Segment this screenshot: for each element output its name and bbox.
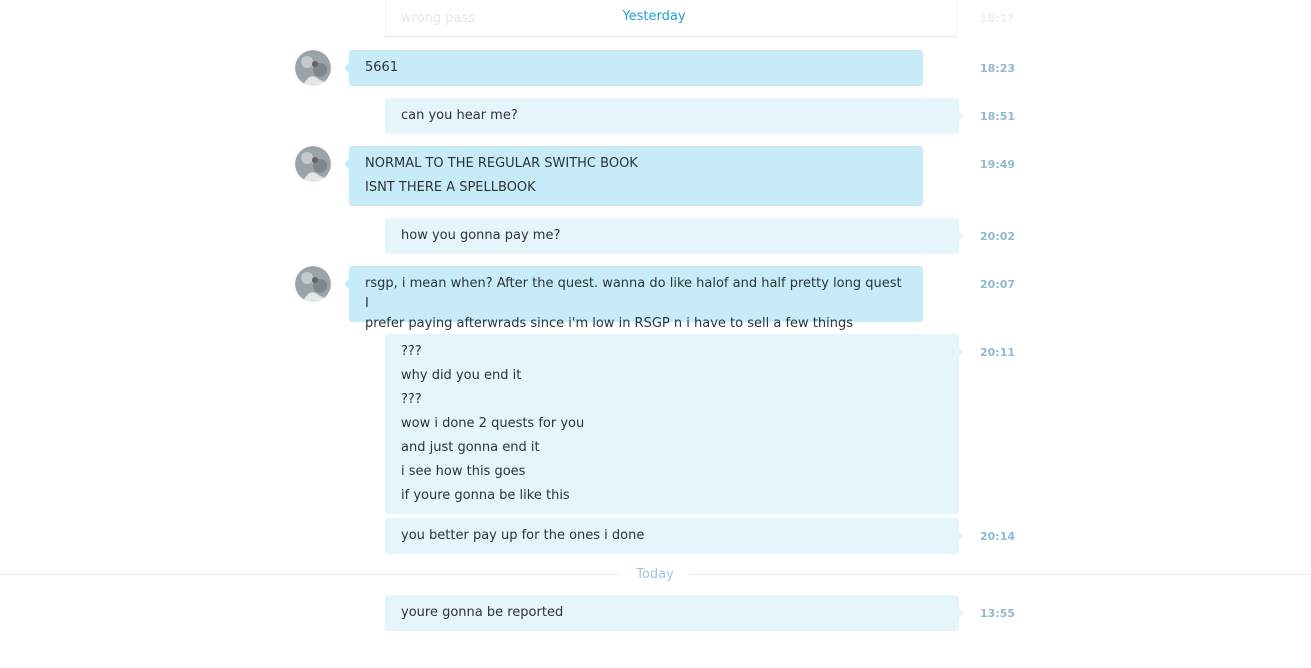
avatar-image xyxy=(295,266,331,302)
message-bubble[interactable]: NORMAL TO THE REGULAR SWITHC BOOK ISNT T… xyxy=(344,146,923,206)
message-text: ??? xyxy=(401,392,422,407)
message-time: 20:07 xyxy=(980,278,1016,291)
message-text: you better pay up for the ones i done xyxy=(401,528,645,543)
message-time: 20:14 xyxy=(980,530,1016,543)
previous-message-text: wrong pass xyxy=(401,11,476,26)
message-text: and just gonna end it xyxy=(401,440,540,455)
contact-avatar[interactable] xyxy=(295,50,331,86)
message-bubble[interactable]: ??? why did you end it ??? wow i done 2 … xyxy=(385,334,964,514)
contact-avatar[interactable] xyxy=(295,266,331,302)
day-separator-today: Today xyxy=(620,567,690,582)
message-time: 18:23 xyxy=(980,62,1016,75)
message-bubble[interactable]: can you hear me? xyxy=(385,98,964,134)
day-separator-yesterday: Yesterday xyxy=(560,9,748,24)
message-text: ??? xyxy=(401,344,422,359)
message-time: 19:49 xyxy=(980,158,1016,171)
message-time: 18:51 xyxy=(980,110,1016,123)
message-text: i see how this goes xyxy=(401,464,526,479)
avatar-image xyxy=(295,146,331,182)
message-bubble[interactable]: youre gonna be reported xyxy=(385,595,964,631)
message-text: NORMAL TO THE REGULAR SWITHC BOOK xyxy=(365,156,638,171)
message-text: how you gonna pay me? xyxy=(401,228,561,243)
avatar-image xyxy=(295,50,331,86)
previous-message-time: 18:1? xyxy=(980,12,1014,25)
message-time: 13:55 xyxy=(980,607,1016,620)
message-bubble[interactable]: you better pay up for the ones i done xyxy=(385,518,964,554)
message-time: 20:11 xyxy=(980,346,1016,359)
message-text: 5661 xyxy=(365,60,399,75)
message-text: youre gonna be reported xyxy=(401,605,564,620)
message-text: rsgp, i mean when? After the quest. wann… xyxy=(365,276,902,311)
message-text: prefer paying afterwrads since i'm low i… xyxy=(365,316,853,331)
message-text: why did you end it xyxy=(401,368,522,383)
message-text: if youre gonna be like this xyxy=(401,488,570,503)
message-text: can you hear me? xyxy=(401,108,518,123)
message-bubble[interactable]: 5661 xyxy=(344,50,923,86)
message-time: 20:02 xyxy=(980,230,1016,243)
message-text: ISNT THERE A SPELLBOOK xyxy=(365,180,536,195)
message-bubble[interactable]: rsgp, i mean when? After the quest. wann… xyxy=(344,266,923,331)
message-bubble[interactable]: how you gonna pay me? xyxy=(385,218,964,254)
message-text: wow i done 2 quests for you xyxy=(401,416,585,431)
contact-avatar[interactable] xyxy=(295,146,331,182)
